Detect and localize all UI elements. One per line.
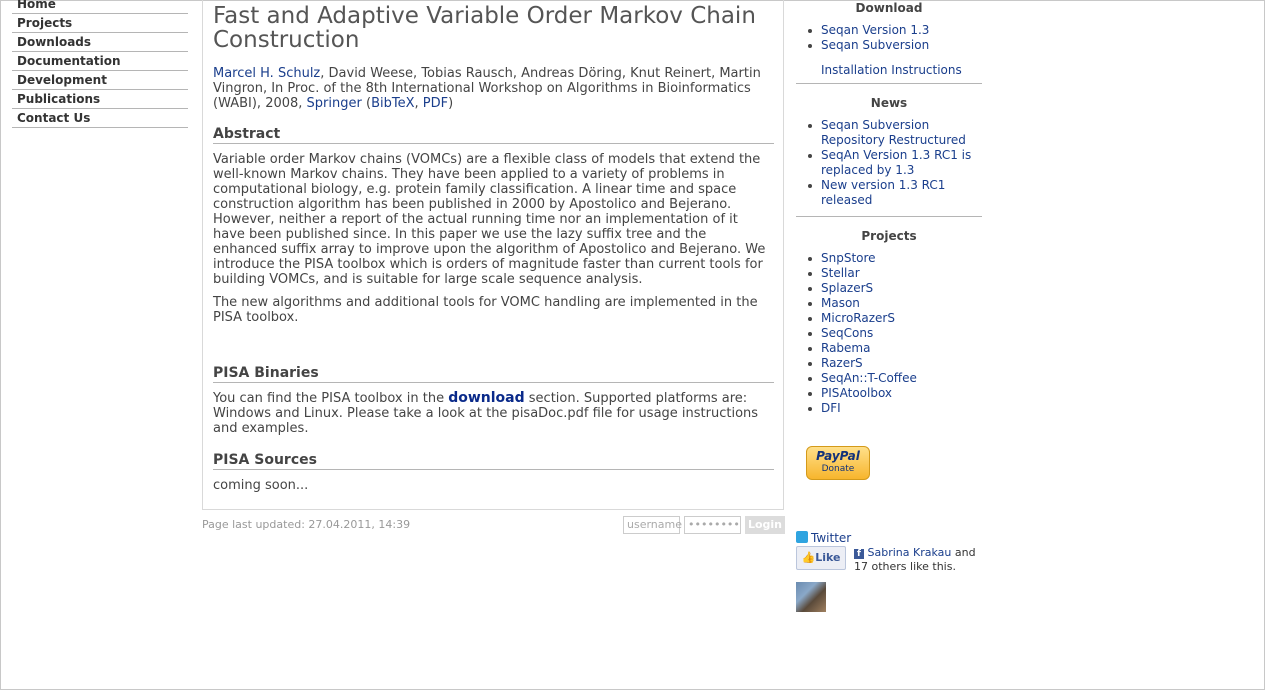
project-item[interactable]: SeqCons: [796, 326, 982, 341]
nav-item-downloads[interactable]: Downloads: [12, 33, 188, 52]
like-label: Like: [815, 551, 841, 564]
paypal-brand: PayPal: [816, 449, 860, 463]
project-item[interactable]: PISAtoolbox: [796, 386, 982, 401]
project-item[interactable]: Stellar: [796, 266, 982, 281]
facebook-like-button[interactable]: 👍Like: [796, 546, 846, 570]
bibtex-link[interactable]: BibTeX: [371, 96, 414, 111]
nav-item-projects[interactable]: Projects: [12, 14, 188, 33]
project-item[interactable]: RazerS: [796, 356, 982, 371]
project-link[interactable]: PISAtoolbox: [821, 386, 892, 400]
left-navigation: Home Projects Downloads Documentation De…: [12, 0, 188, 128]
abstract-paragraph-1: Variable order Markov chains (VOMCs) are…: [213, 152, 766, 287]
news-list: Seqan Subversion Repository Restructured…: [796, 118, 982, 208]
news-item[interactable]: Seqan Subversion Repository Restructured: [796, 118, 982, 148]
news-link[interactable]: Seqan Subversion Repository Restructured: [821, 118, 966, 147]
project-link[interactable]: Stellar: [821, 266, 860, 280]
projects-section: Projects SnpStore Stellar SplazerS Mason…: [796, 229, 982, 416]
project-item[interactable]: Rabema: [796, 341, 982, 356]
download-item-seqan-1-3[interactable]: Seqan Version 1.3: [796, 23, 982, 38]
abstract-paragraph-2: The new algorithms and additional tools …: [213, 295, 758, 325]
projects-title: Projects: [861, 229, 917, 243]
project-item[interactable]: DFI: [796, 401, 982, 416]
twitter-icon: [796, 531, 808, 543]
project-item[interactable]: SeqAn::T-Coffee: [796, 371, 982, 386]
project-link[interactable]: Mason: [821, 296, 860, 310]
password-input[interactable]: ••••••••: [684, 516, 741, 534]
download-title: Download: [855, 1, 923, 15]
facebook-user-link[interactable]: Sabrina Krakau: [868, 546, 952, 559]
nav-item-documentation[interactable]: Documentation: [12, 52, 188, 71]
project-item[interactable]: SplazerS: [796, 281, 982, 296]
nav-item-publications[interactable]: Publications: [12, 90, 188, 109]
last-updated-text: Page last updated: 27.04.2011, 14:39: [202, 518, 411, 531]
pdf-link[interactable]: PDF: [423, 96, 448, 111]
nav-item-home[interactable]: Home: [12, 0, 188, 14]
project-item[interactable]: MicroRazerS: [796, 311, 982, 326]
download-section: Download Seqan Version 1.3 Seqan Subvers…: [796, 1, 982, 84]
news-link[interactable]: New version 1.3 RC1 released: [821, 178, 945, 207]
twitter-link-row[interactable]: Twitter: [796, 531, 851, 545]
citation: Marcel H. Schulz, David Weese, Tobias Ra…: [213, 66, 761, 111]
project-link[interactable]: DFI: [821, 401, 841, 415]
project-link[interactable]: MicroRazerS: [821, 311, 895, 325]
news-item[interactable]: SeqAn Version 1.3 RC1 is replaced by 1.3: [796, 148, 982, 178]
login-button[interactable]: Login: [745, 516, 785, 534]
abstract-heading: Abstract: [213, 126, 774, 144]
install-item[interactable]: Installation Instructions: [796, 63, 982, 78]
twitter-link[interactable]: Twitter: [811, 531, 851, 545]
springer-link[interactable]: Springer: [307, 96, 362, 111]
facebook-like-text: f Sabrina Krakau and 17 others like this…: [854, 546, 984, 574]
download-item-subversion[interactable]: Seqan Subversion: [796, 38, 982, 53]
project-item[interactable]: SnpStore: [796, 251, 982, 266]
install-instructions-link[interactable]: Installation Instructions: [821, 63, 962, 77]
paypal-donate-label: Donate: [821, 464, 855, 474]
news-title: News: [870, 96, 908, 110]
project-link[interactable]: SnpStore: [821, 251, 876, 265]
project-link[interactable]: RazerS: [821, 356, 863, 370]
download-link-subversion[interactable]: Seqan Subversion: [821, 38, 929, 52]
binaries-heading: PISA Binaries: [213, 365, 774, 383]
download-list: Seqan Version 1.3 Seqan Subversion Insta…: [796, 23, 982, 78]
project-link[interactable]: SeqAn::T-Coffee: [821, 371, 917, 385]
project-link[interactable]: Rabema: [821, 341, 870, 355]
thumbs-up-icon: 👍: [801, 551, 816, 564]
footer-bar: Page last updated: 27.04.2011, 14:39 use…: [202, 516, 785, 536]
news-section: News Seqan Subversion Repository Restruc…: [796, 96, 982, 217]
download-link[interactable]: download: [448, 390, 524, 406]
facebook-icon: f: [854, 549, 864, 559]
main-content: Fast and Adaptive Variable Order Markov …: [202, 0, 784, 510]
nav-item-contact-us[interactable]: Contact Us: [12, 109, 188, 128]
right-sidebar: Download Seqan Version 1.3 Seqan Subvers…: [796, 1, 982, 612]
sources-heading: PISA Sources: [213, 452, 774, 470]
news-item[interactable]: New version 1.3 RC1 released: [796, 178, 982, 208]
download-link-seqan-1-3[interactable]: Seqan Version 1.3: [821, 23, 929, 37]
sources-text: coming soon...: [213, 478, 309, 493]
project-link[interactable]: SeqCons: [821, 326, 873, 340]
projects-list: SnpStore Stellar SplazerS Mason MicroRaz…: [796, 251, 982, 416]
project-link[interactable]: SplazerS: [821, 281, 873, 295]
avatar[interactable]: [796, 582, 826, 612]
username-input[interactable]: username: [623, 516, 682, 534]
project-item[interactable]: Mason: [796, 296, 982, 311]
binaries-text-pre: You can find the PISA toolbox in the: [213, 391, 449, 406]
author-link[interactable]: Marcel H. Schulz: [213, 66, 320, 81]
nav-item-development[interactable]: Development: [12, 71, 188, 90]
binaries-paragraph: You can find the PISA toolbox in the dow…: [213, 390, 773, 437]
page-title: Fast and Adaptive Variable Order Markov …: [213, 3, 756, 53]
paypal-donate-button[interactable]: PayPal Donate: [806, 446, 870, 480]
news-link[interactable]: SeqAn Version 1.3 RC1 is replaced by 1.3: [821, 148, 971, 177]
